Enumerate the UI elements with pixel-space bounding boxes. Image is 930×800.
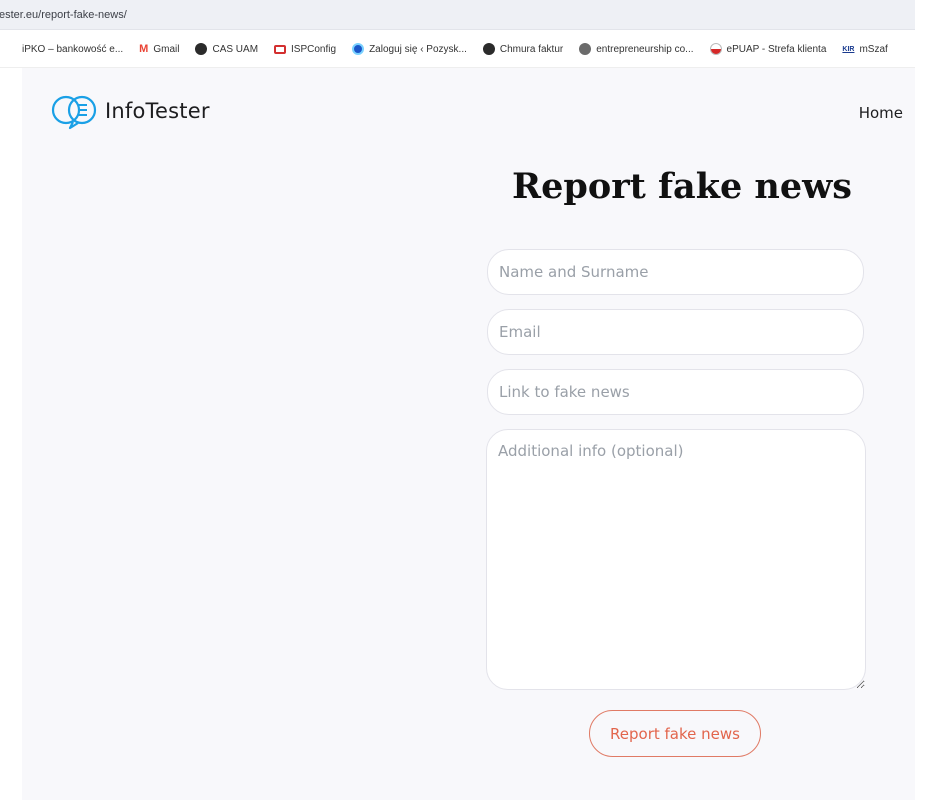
- bookmarks-bar: iPKO – bankowość e... M Gmail CAS UAM IS…: [0, 31, 915, 68]
- blue-circle-icon: [352, 43, 365, 55]
- bookmark-zaloguj[interactable]: Zaloguj się ‹ Pozysk...: [352, 43, 467, 55]
- nav-home-link[interactable]: Home: [859, 104, 903, 122]
- page-content: InfoTester Home Report fake news Report …: [22, 68, 915, 800]
- bookmark-epuap[interactable]: ePUAP - Strefa klienta: [709, 43, 827, 55]
- email-field[interactable]: [487, 309, 864, 355]
- report-fake-news-button[interactable]: Report fake news: [589, 710, 761, 757]
- bookmark-entrepreneurship[interactable]: entrepreneurship co...: [579, 43, 694, 55]
- additional-info-textarea[interactable]: [486, 429, 866, 690]
- bookmark-label: CAS UAM: [212, 43, 259, 55]
- logo-text: InfoTester: [105, 99, 210, 123]
- bookmark-cas-uam[interactable]: CAS UAM: [195, 43, 258, 55]
- bookmark-gmail[interactable]: M Gmail: [139, 43, 179, 55]
- address-bar[interactable]: ester.eu/report-fake-news/: [0, 0, 915, 30]
- fox-icon: [579, 43, 592, 55]
- bookmark-label: ePUAP - Strefa klienta: [726, 43, 827, 55]
- site-logo[interactable]: InfoTester: [49, 92, 210, 130]
- gmail-icon: M: [139, 43, 149, 55]
- globe-icon: [195, 43, 208, 55]
- monitor-icon: [274, 44, 287, 54]
- fake-news-link-field[interactable]: [487, 369, 864, 415]
- globe-icon: [482, 43, 495, 55]
- bookmark-mszaf[interactable]: KIR mSzaf: [842, 44, 887, 55]
- bookmark-label: mSzaf: [859, 43, 888, 55]
- bookmark-ipko[interactable]: iPKO – bankowość e...: [22, 44, 123, 55]
- kir-icon: KIR: [842, 45, 855, 53]
- bookmark-ispconfig[interactable]: ISPConfig: [274, 44, 336, 55]
- bookmark-label: Chmura faktur: [499, 43, 564, 55]
- bookmark-label: Gmail: [153, 43, 180, 55]
- flag-icon: [709, 43, 722, 55]
- url-text[interactable]: ester.eu/report-fake-news/: [0, 9, 127, 21]
- page-title: Report fake news: [512, 166, 852, 207]
- infotester-logo-icon: [51, 95, 97, 130]
- bookmark-chmura-faktur[interactable]: Chmura faktur: [482, 43, 564, 55]
- bookmark-label: Zaloguj się ‹ Pozysk...: [369, 43, 467, 55]
- name-surname-field[interactable]: [487, 249, 864, 295]
- bookmark-label: iPKO – bankowość e...: [22, 43, 124, 55]
- bookmark-label: ISPConfig: [291, 43, 337, 55]
- bookmark-label: entrepreneurship co...: [596, 43, 694, 55]
